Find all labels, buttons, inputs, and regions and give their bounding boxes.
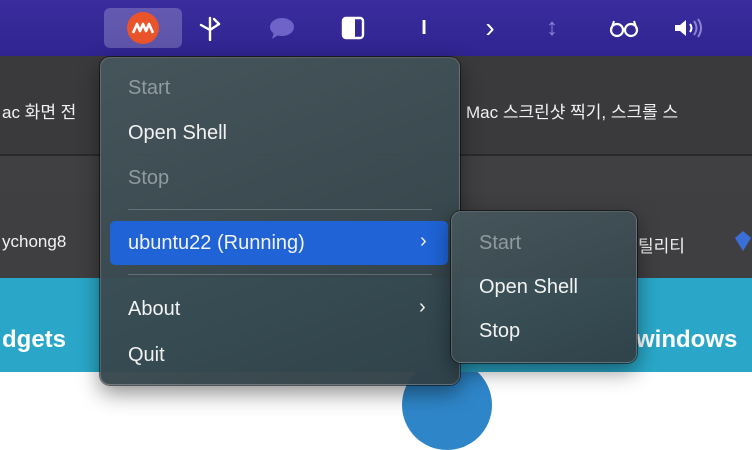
submenu-item-stop[interactable]: Stop — [479, 320, 520, 343]
chevron-right-icon[interactable]: › — [470, 8, 510, 48]
sidebar-icon[interactable] — [333, 8, 373, 48]
bookmark-gem-icon[interactable] — [734, 230, 752, 252]
vertical-arrows-icon[interactable]: ↕ — [532, 8, 572, 48]
chevron-right-icon: › — [419, 296, 426, 318]
speaker-icon[interactable] — [664, 8, 716, 48]
instance-submenu: Start Open Shell Stop — [451, 211, 637, 363]
menu-item-about[interactable]: About — [128, 298, 180, 321]
menu-item-instance[interactable]: ubuntu22 (Running) › — [110, 221, 448, 265]
menu-item-quit[interactable]: Quit — [128, 344, 165, 367]
bar-icon[interactable]: I — [404, 8, 444, 48]
menu-separator — [128, 274, 432, 275]
banner-right-text: windows — [636, 326, 738, 353]
submenu-item-start: Start — [479, 232, 522, 254]
instance-label: ubuntu22 (Running) — [128, 232, 305, 254]
browser-tab-right[interactable]: Mac 스크린샷 찍기, 스크롤 스 — [466, 98, 678, 123]
pin-icon[interactable] — [190, 8, 230, 48]
bookmark-left[interactable]: ychong8 — [2, 232, 66, 252]
multipass-icon — [127, 12, 159, 44]
submenu-item-open-shell[interactable]: Open Shell — [479, 276, 578, 299]
menu-bar: I › ↕ — [0, 0, 752, 56]
menu-item-stop: Stop — [128, 167, 170, 189]
bookmark-right[interactable]: 틸리티 — [638, 232, 685, 257]
chat-bubble-icon[interactable] — [262, 8, 302, 48]
multipass-menu: Start Open Shell Stop ubuntu22 (Running)… — [100, 57, 460, 385]
multipass-menubar-button[interactable] — [104, 8, 182, 48]
browser-tab-left[interactable]: ac 화면 전 — [2, 98, 76, 123]
banner-left-text: dgets — [2, 326, 67, 353]
menu-item-start: Start — [128, 77, 171, 99]
menu-item-open-shell[interactable]: Open Shell — [128, 122, 227, 145]
menu-separator — [128, 209, 432, 210]
glasses-icon[interactable] — [604, 8, 644, 48]
chevron-right-icon: › — [420, 230, 427, 252]
